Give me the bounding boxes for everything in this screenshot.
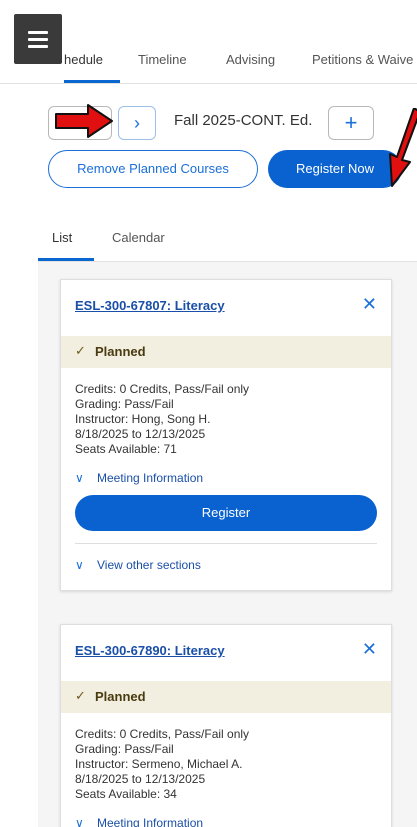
meeting-information-toggle[interactable]: ∨ Meeting Information (61, 463, 391, 495)
meeting-information-label: Meeting Information (97, 816, 204, 827)
register-button[interactable]: Register (75, 495, 377, 531)
meeting-information-label: Meeting Information (97, 471, 204, 485)
course-title-link[interactable]: ESL-300-67807: Literacy (75, 298, 225, 313)
course-card-header: ESL-300-67890: Literacy ✕ (61, 625, 391, 681)
next-term-button[interactable]: › (118, 106, 156, 140)
seats-text: Seats Available: 34 (75, 787, 177, 801)
status-label: Planned (95, 344, 146, 359)
grading-text: Grading: Pass/Fail (75, 397, 174, 411)
view-other-sections-toggle[interactable]: ∨ View other sections (61, 550, 391, 582)
red-arrow-annotation-icon (389, 108, 417, 187)
divider (75, 543, 377, 544)
meeting-information-toggle[interactable]: ∨ Meeting Information (61, 808, 391, 827)
remove-planned-courses-button[interactable]: Remove Planned Courses (48, 150, 258, 188)
course-card-header: ESL-300-67807: Literacy ✕ (61, 280, 391, 336)
check-icon: ✓ (75, 343, 86, 358)
dates-text: 8/18/2025 to 12/13/2025 (75, 427, 206, 441)
active-view-indicator (38, 258, 94, 261)
close-icon[interactable]: ✕ (362, 294, 377, 315)
plus-icon: + (344, 110, 358, 135)
term-label: Fall 2025-CONT. Ed. (174, 112, 313, 129)
tab-advising[interactable]: Advising (226, 52, 275, 67)
tab-list[interactable]: List (52, 230, 72, 245)
view-other-sections-label: View other sections (97, 558, 201, 572)
tab-calendar[interactable]: Calendar (112, 230, 165, 245)
grading-text: Grading: Pass/Fail (75, 742, 174, 756)
check-icon: ✓ (75, 688, 86, 703)
close-icon[interactable]: ✕ (362, 639, 377, 660)
register-now-button[interactable]: Register Now (268, 150, 402, 188)
seats-text: Seats Available: 71 (75, 442, 177, 456)
status-badge: ✓ Planned (61, 336, 391, 368)
course-card: ESL-300-67890: Literacy ✕ ✓ Planned Cred… (60, 624, 392, 827)
tab-timeline[interactable]: Timeline (138, 52, 187, 67)
status-badge: ✓ Planned (61, 681, 391, 713)
active-tab-indicator (64, 80, 120, 83)
credits-text: Credits: 0 Credits, Pass/Fail only (75, 727, 250, 741)
red-arrow-annotation-icon (55, 104, 113, 138)
dates-text: 8/18/2025 to 12/13/2025 (75, 772, 206, 786)
course-details: Credits: 0 Credits, Pass/Fail only Gradi… (61, 368, 391, 457)
credits-text: Credits: 0 Credits, Pass/Fail only (75, 382, 250, 396)
instructor-text: Instructor: Sermeno, Michael A. (75, 757, 243, 771)
page: hedule Timeline Advising Petitions & Wai… (0, 0, 417, 827)
status-label: Planned (95, 689, 146, 704)
hamburger-menu-icon[interactable] (14, 14, 62, 64)
tab-petitions-waivers[interactable]: Petitions & Waive (312, 52, 413, 67)
course-card: ESL-300-67807: Literacy ✕ ✓ Planned Cred… (60, 279, 392, 591)
instructor-text: Instructor: Hong, Song H. (75, 412, 211, 426)
chevron-right-icon: › (134, 112, 140, 133)
add-term-button[interactable]: + (328, 106, 374, 140)
chevron-down-icon: ∨ (75, 471, 84, 485)
top-tabs: hedule Timeline Advising Petitions & Wai… (0, 40, 417, 84)
chevron-down-icon: ∨ (75, 816, 84, 827)
course-title-link[interactable]: ESL-300-67890: Literacy (75, 643, 225, 658)
course-details: Credits: 0 Credits, Pass/Fail only Gradi… (61, 713, 391, 802)
view-tabs: List Calendar (38, 222, 417, 262)
tab-schedule[interactable]: hedule (64, 52, 103, 67)
chevron-down-icon: ∨ (75, 558, 84, 572)
